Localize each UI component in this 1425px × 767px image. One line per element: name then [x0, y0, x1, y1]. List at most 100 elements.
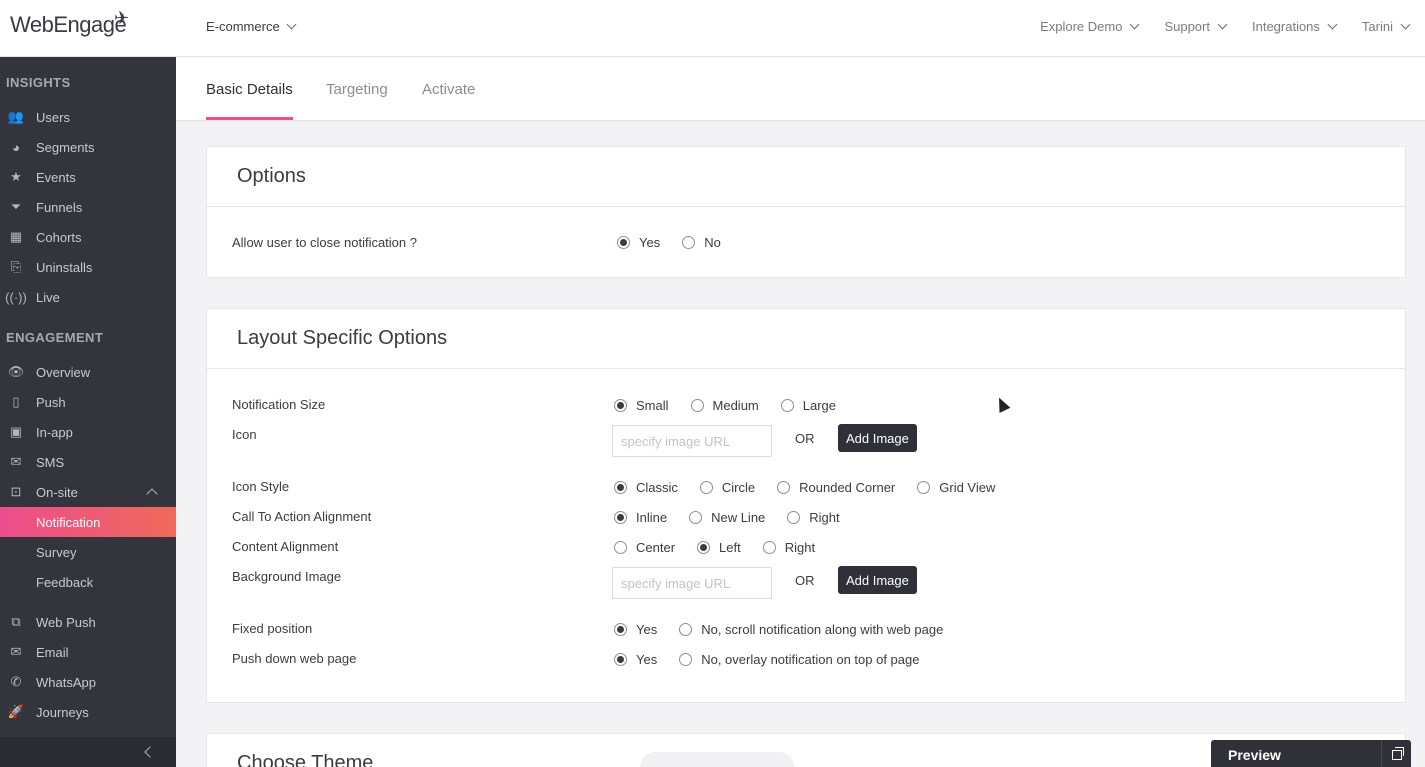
sidebar-item-email[interactable]: ✉ Email	[0, 637, 176, 667]
option-label: No, overlay notification on top of page	[701, 652, 920, 667]
notification-size-label: Notification Size	[232, 397, 326, 412]
sidebar-item-journeys[interactable]: 🚀 Journeys	[0, 697, 176, 727]
project-selector[interactable]: E-commerce	[206, 19, 297, 34]
sidebar-item-segments[interactable]: ◕ Segments	[0, 132, 176, 162]
allow-close-yes-option[interactable]: Yes	[617, 235, 660, 250]
sidebar-item-live[interactable]: ((·)) Live	[0, 282, 176, 312]
sidebar-item-label: Users	[36, 109, 70, 125]
icon-url-input[interactable]	[612, 425, 772, 457]
allow-close-label: Allow user to close notification ?	[232, 235, 417, 250]
icon-add-image-button[interactable]: Add Image	[838, 424, 917, 452]
radio-circle[interactable]	[699, 481, 713, 494]
radio-left[interactable]	[697, 541, 711, 554]
choose-theme-title: Choose Theme	[237, 752, 374, 767]
user-menu[interactable]: Tarini	[1362, 19, 1411, 34]
popout-icon[interactable]	[1381, 740, 1411, 767]
sidebar-item-survey[interactable]: Survey	[0, 537, 176, 567]
radio-no[interactable]	[679, 653, 693, 666]
collapse-sidebar-icon[interactable]	[144, 746, 156, 758]
theme-option[interactable]	[640, 752, 794, 767]
tab-basic-details[interactable]: Basic Details	[206, 81, 293, 120]
icon-style-grid-option[interactable]: Grid View	[917, 480, 995, 495]
sidebar-item-uninstalls[interactable]: ⎘ Uninstalls	[0, 252, 176, 282]
radio-inline[interactable]	[614, 511, 627, 524]
content-right-option[interactable]: Right	[762, 540, 815, 555]
size-large-option[interactable]: Large	[780, 398, 837, 413]
fixed-no-option[interactable]: No, scroll notification along with web p…	[679, 622, 943, 637]
engagement-section-title: ENGAGEMENT	[6, 330, 104, 345]
sidebar-item-label: Notification	[36, 514, 101, 530]
cta-inline-option[interactable]: Inline	[614, 510, 667, 525]
chevron-down-icon	[286, 19, 297, 30]
radio-yes[interactable]	[614, 653, 627, 666]
sidebar-item-whatsapp[interactable]: ✆ WhatsApp	[0, 667, 176, 697]
webengage-logo[interactable]: WebEngage ✈	[10, 8, 129, 38]
option-label: Inline	[636, 510, 668, 525]
tab-targeting[interactable]: Targeting	[326, 81, 388, 120]
size-small-option[interactable]: Small	[614, 398, 669, 413]
icon-style-classic-option[interactable]: Classic	[614, 480, 678, 495]
radio-yes[interactable]	[614, 623, 627, 636]
explore-demo-menu[interactable]: Explore Demo	[1040, 19, 1140, 34]
icon-style-circle-option[interactable]: Circle	[699, 480, 756, 495]
integrations-menu[interactable]: Integrations	[1252, 19, 1338, 34]
layout-options-card: Layout Specific Options Notification Siz…	[206, 308, 1406, 703]
sidebar-item-overview[interactable]: 👁 Overview	[0, 357, 176, 387]
radio-right[interactable]	[762, 541, 776, 554]
background-add-image-button[interactable]: Add Image	[838, 566, 917, 594]
option-label: Large	[802, 398, 837, 413]
fixed-yes-option[interactable]: Yes	[614, 622, 657, 637]
sidebar-item-on-site[interactable]: ⊡ On-site	[0, 477, 176, 507]
sidebar-item-notification[interactable]: Notification	[0, 507, 176, 537]
option-label: Circle	[721, 480, 756, 495]
chevron-down-icon	[1400, 19, 1411, 30]
radio-large[interactable]	[780, 399, 794, 412]
uninstall-icon: ⎘	[10, 259, 22, 274]
preview-bar[interactable]: Preview	[1211, 740, 1411, 767]
radio-grid-view[interactable]	[917, 481, 931, 494]
eye-icon: 👁	[7, 364, 25, 379]
radio-rounded-corner[interactable]	[777, 481, 791, 494]
notification-size-radio-group: Small Medium Large	[614, 398, 858, 413]
sidebar: INSIGHTS 👥 Users ◕ Segments ★ Events ⏷ Funne…	[0, 57, 176, 767]
cta-new-line-option[interactable]: New Line	[689, 510, 765, 525]
tab-activate[interactable]: Activate	[422, 81, 475, 120]
sidebar-item-feedback[interactable]: Feedback	[0, 567, 176, 597]
sidebar-item-sms[interactable]: ✉ SMS	[0, 447, 176, 477]
radio-center[interactable]	[614, 541, 627, 554]
cta-right-option[interactable]: Right	[787, 510, 840, 525]
radio-yes[interactable]	[617, 236, 630, 249]
option-label: Yes	[639, 235, 661, 250]
push-yes-option[interactable]: Yes	[614, 652, 657, 667]
radio-small[interactable]	[614, 399, 627, 412]
icon-style-rounded-option[interactable]: Rounded Corner	[777, 480, 895, 495]
option-label: Classic	[636, 480, 678, 495]
sidebar-item-cohorts[interactable]: ▦ Cohorts	[0, 222, 176, 252]
push-no-option[interactable]: No, overlay notification on top of page	[679, 652, 919, 667]
sidebar-item-funnels[interactable]: ⏷ Funnels	[0, 192, 176, 222]
radio-right[interactable]	[787, 511, 801, 524]
content-left-option[interactable]: Left	[697, 540, 741, 555]
push-down-label: Push down web page	[232, 651, 357, 666]
allow-close-no-option[interactable]: No	[682, 235, 721, 250]
background-url-input[interactable]	[612, 567, 772, 599]
support-label: Support	[1164, 19, 1210, 34]
size-medium-option[interactable]: Medium	[690, 398, 759, 413]
chevron-down-icon	[1129, 19, 1140, 30]
radio-no[interactable]	[679, 623, 693, 636]
sidebar-item-users[interactable]: 👥 Users	[0, 102, 176, 132]
content-center-option[interactable]: Center	[614, 540, 675, 555]
sidebar-item-in-app[interactable]: ▣ In-app	[0, 417, 176, 447]
radio-no[interactable]	[682, 236, 696, 249]
sidebar-item-push[interactable]: ▯ Push	[0, 387, 176, 417]
chevron-up-icon	[146, 488, 158, 500]
sidebar-item-web-push[interactable]: ⧉ Web Push	[0, 607, 176, 637]
option-label: Grid View	[939, 480, 996, 495]
radio-classic[interactable]	[614, 481, 627, 494]
radio-new-line[interactable]	[689, 511, 703, 524]
live-signal-icon: ((·))	[5, 289, 27, 305]
mobile-push-icon: ▯	[12, 394, 20, 409]
radio-medium[interactable]	[690, 399, 704, 412]
support-menu[interactable]: Support	[1164, 19, 1228, 34]
sidebar-item-events[interactable]: ★ Events	[0, 162, 176, 192]
